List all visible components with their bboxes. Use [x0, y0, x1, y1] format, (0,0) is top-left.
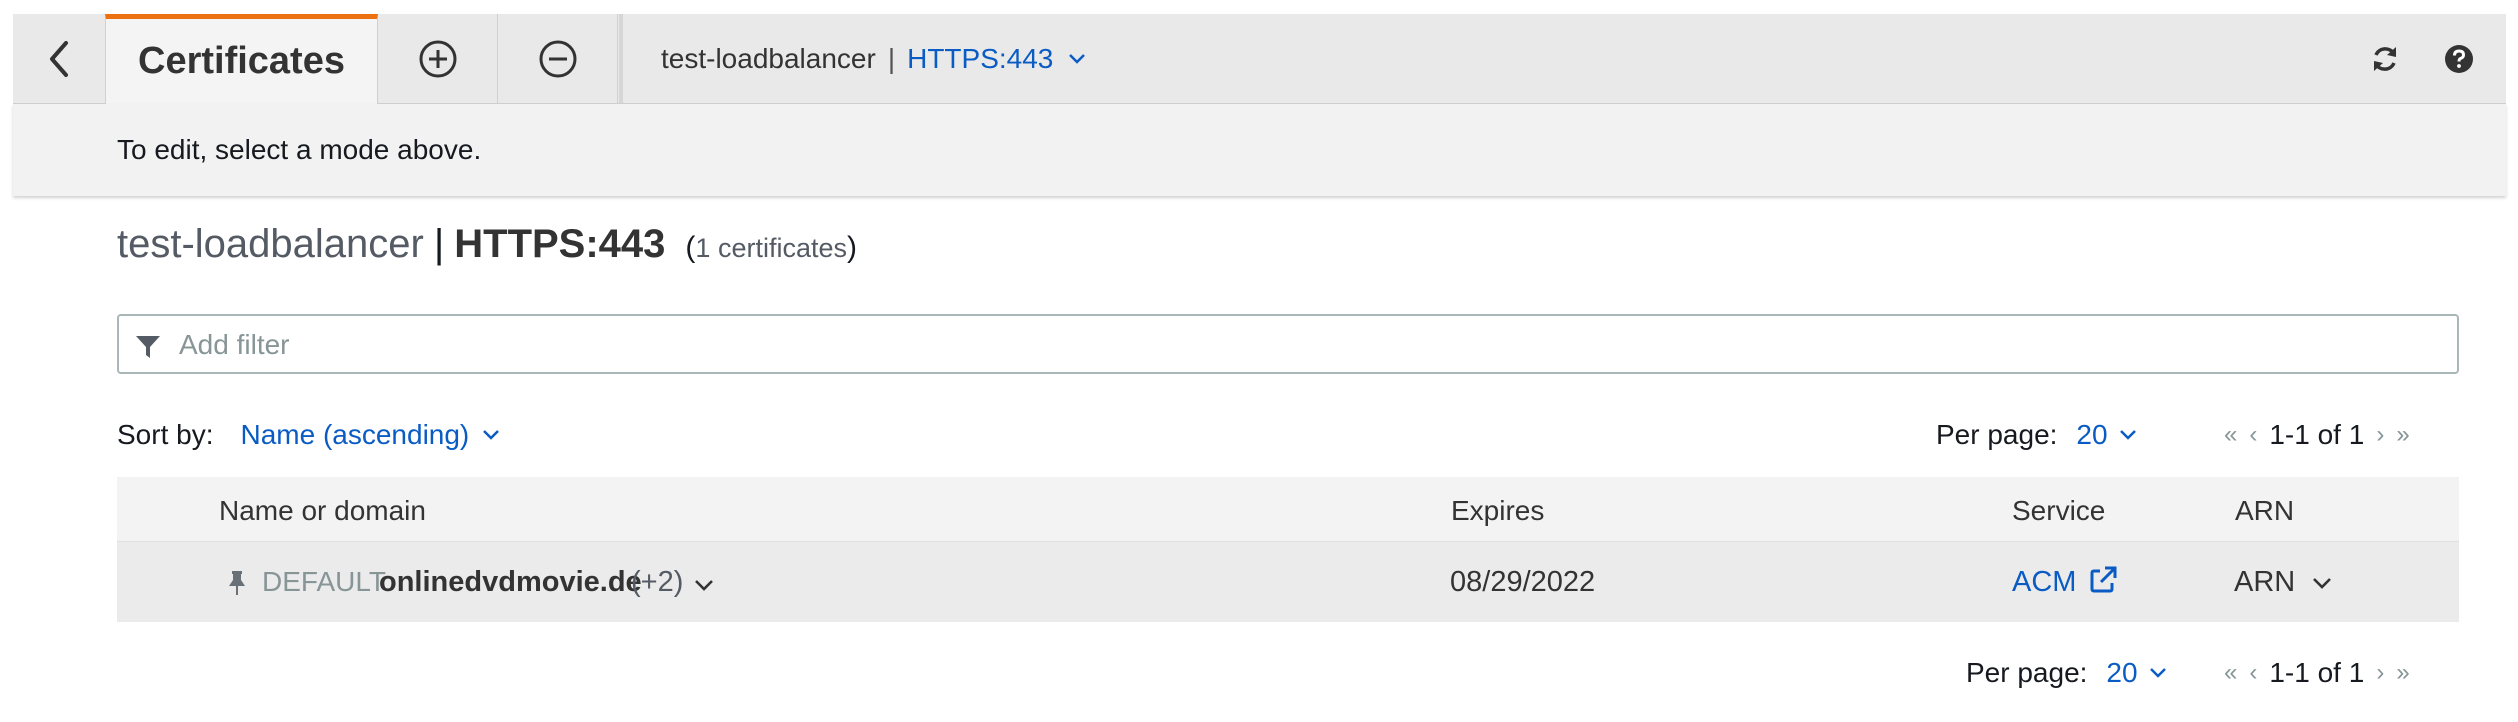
pin-icon — [229, 571, 245, 595]
certificate-domain: onlinedvdmovie.de — [379, 566, 642, 598]
sort-label: Sort by: — [117, 419, 214, 450]
chevron-down-icon — [2313, 577, 2332, 589]
plus-circle-icon — [419, 40, 457, 77]
mode-hint-bar: To edit, select a mode above. — [13, 104, 2506, 196]
listener-context: test-loadbalancer | HTTPS:443 — [661, 14, 1087, 103]
context-separator: | — [887, 42, 896, 74]
previous-page-icon[interactable]: ‹ — [2249, 659, 2257, 687]
sort-dropdown[interactable]: Name (ascending) — [240, 419, 501, 451]
count-text: 1 certificates — [695, 233, 847, 263]
refresh-button[interactable] — [2367, 41, 2403, 77]
help-button[interactable] — [2441, 41, 2477, 77]
refresh-icon — [2374, 47, 2396, 71]
last-page-icon[interactable]: » — [2396, 421, 2409, 449]
page-range: 1-1 of 1 — [2269, 419, 2365, 450]
remove-mode-button[interactable] — [499, 14, 618, 103]
next-page-icon[interactable]: › — [2376, 421, 2384, 449]
chevron-down-icon — [1069, 53, 1086, 64]
sort-control: Sort by: Name (ascending) — [117, 418, 501, 452]
sort-value: Name (ascending) — [240, 419, 470, 450]
title-loadbalancer: test-loadbalancer — [117, 222, 424, 266]
count-close-paren: ) — [846, 231, 857, 264]
toolbar: Certificates test-loadbalancer | HTTPS:4… — [13, 14, 2506, 104]
per-page-label: Per page: — [1936, 419, 2058, 450]
filter-icon — [136, 336, 160, 358]
listener-dropdown[interactable]: HTTPS:443 — [907, 43, 1087, 75]
per-page-value: 20 — [2106, 657, 2138, 688]
chevron-down-icon — [483, 430, 500, 440]
add-mode-button[interactable] — [379, 14, 498, 103]
first-page-icon[interactable]: « — [2224, 659, 2237, 687]
count-open-paren: ( — [685, 231, 696, 264]
last-page-icon[interactable]: » — [2396, 659, 2409, 687]
per-page-value: 20 — [2076, 419, 2108, 450]
tab-certificates[interactable]: Certificates — [105, 14, 378, 104]
next-page-icon[interactable]: › — [2376, 659, 2384, 687]
page-range: 1-1 of 1 — [2269, 657, 2365, 688]
pagination-bottom: « ‹ 1-1 of 1 › » — [2224, 656, 2410, 690]
certificate-count: (1 certificates) — [685, 231, 857, 265]
toolbar-divider — [619, 14, 623, 103]
page-title: test-loadbalancer | HTTPS:443 (1 certifi… — [117, 222, 857, 267]
per-page-dropdown[interactable]: 20 — [2076, 419, 2137, 451]
title-listener: HTTPS:443 — [454, 222, 666, 266]
table-header: Name or domain Expires Service ARN — [117, 477, 2459, 542]
default-tag: DEFAULT — [262, 566, 386, 597]
column-header-arn[interactable]: ARN — [2235, 495, 2294, 527]
tab-label: Certificates — [138, 40, 345, 82]
arn-dropdown[interactable]: ARN — [2234, 566, 2333, 599]
per-page-label: Per page: — [1966, 657, 2088, 688]
per-page-control-bottom: Per page: 20 — [1966, 656, 2168, 690]
first-page-icon[interactable]: « — [2224, 421, 2237, 449]
mode-hint-text: To edit, select a mode above. — [117, 134, 482, 165]
service-acm-link[interactable]: ACM — [2012, 566, 2118, 599]
filter-box — [117, 314, 2459, 374]
table-row[interactable]: DEFAULT onlinedvdmovie.de (+2) 08/29/202… — [117, 542, 2459, 622]
listener-label: HTTPS:443 — [907, 42, 1054, 74]
column-header-service[interactable]: Service — [2012, 495, 2105, 527]
column-header-expires[interactable]: Expires — [1451, 495, 1544, 527]
per-page-control-top: Per page: 20 — [1936, 418, 2138, 452]
column-header-name[interactable]: Name or domain — [219, 495, 426, 527]
external-link-icon — [2090, 566, 2117, 592]
context-loadbalancer: test-loadbalancer — [661, 42, 876, 74]
filter-input[interactable] — [177, 316, 2441, 374]
service-name: ACM — [2012, 566, 2077, 598]
title-separator: | — [433, 222, 445, 266]
help-icon — [2445, 45, 2473, 73]
additional-domains-count: (+2) — [631, 566, 684, 598]
chevron-left-icon — [50, 40, 68, 77]
arn-label: ARN — [2234, 566, 2296, 598]
chevron-down-icon — [2149, 668, 2166, 678]
chevron-down-icon — [2119, 430, 2136, 440]
minus-circle-icon — [539, 40, 577, 77]
expand-chevron-icon[interactable] — [693, 578, 715, 592]
back-button[interactable] — [13, 14, 105, 103]
expiry-date: 08/29/2022 — [1450, 566, 1596, 598]
previous-page-icon[interactable]: ‹ — [2249, 421, 2257, 449]
per-page-dropdown[interactable]: 20 — [2106, 657, 2167, 689]
pagination-top: « ‹ 1-1 of 1 › » — [2224, 418, 2410, 452]
